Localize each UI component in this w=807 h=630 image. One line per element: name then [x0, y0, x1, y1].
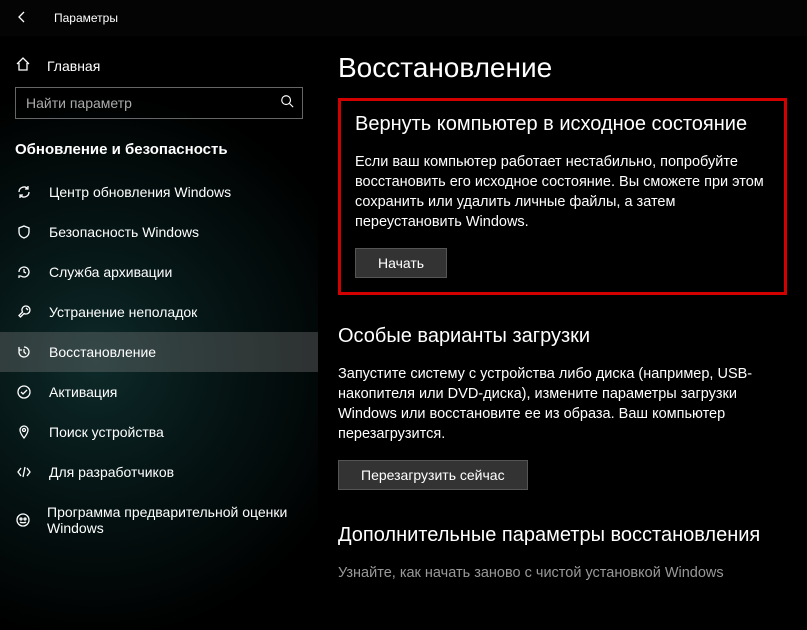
more-text[interactable]: Узнайте, как начать заново с чистой уста… [338, 563, 787, 583]
code-icon [15, 464, 33, 480]
home-label: Главная [47, 58, 100, 74]
search-icon[interactable] [280, 94, 294, 113]
advanced-text: Запустите систему с устройства либо диск… [338, 364, 787, 444]
sidebar-item-label: Поиск устройства [49, 424, 164, 440]
reset-section-highlight: Вернуть компьютер в исходное состояние Е… [338, 98, 787, 295]
sidebar-item-label: Устранение неполадок [49, 304, 197, 320]
sidebar-nav: Центр обновления Windows Безопасность Wi… [0, 172, 318, 630]
search-input[interactable] [26, 95, 280, 111]
more-heading: Дополнительные параметры восстановления [338, 524, 787, 547]
page-title: Восстановление [338, 52, 787, 84]
sidebar-item-developers[interactable]: Для разработчиков [0, 452, 318, 492]
back-icon[interactable] [14, 9, 30, 28]
wrench-icon [15, 304, 33, 320]
reset-text: Если ваш компьютер работает нестабильно,… [355, 152, 770, 232]
more-recovery-section: Дополнительные параметры восстановления … [338, 524, 787, 583]
insider-icon [15, 512, 31, 528]
restart-now-button[interactable]: Перезагрузить сейчас [338, 460, 528, 490]
sidebar-item-find-device[interactable]: Поиск устройства [0, 412, 318, 452]
sidebar-item-update[interactable]: Центр обновления Windows [0, 172, 318, 212]
home-icon [15, 56, 31, 75]
sidebar-item-label: Служба архивации [49, 264, 172, 280]
home-button[interactable]: Главная [15, 46, 303, 87]
sidebar-item-label: Восстановление [49, 344, 156, 360]
sidebar-item-label: Активация [49, 384, 117, 400]
sidebar-item-insider[interactable]: Программа предварительной оценки Windows [0, 492, 318, 548]
search-box[interactable] [15, 87, 303, 119]
sync-icon [15, 184, 33, 200]
check-circle-icon [15, 384, 33, 400]
backup-icon [15, 264, 33, 280]
sidebar-item-label: Центр обновления Windows [49, 184, 231, 200]
sidebar-item-security[interactable]: Безопасность Windows [0, 212, 318, 252]
sidebar-section-title: Обновление и безопасность [0, 135, 318, 172]
sidebar-item-label: Безопасность Windows [49, 224, 199, 240]
window-title: Параметры [54, 11, 118, 25]
sidebar-item-troubleshoot[interactable]: Устранение неполадок [0, 292, 318, 332]
sidebar-item-label: Программа предварительной оценки Windows [47, 504, 303, 536]
location-icon [15, 424, 33, 440]
advanced-heading: Особые варианты загрузки [338, 325, 787, 348]
sidebar-item-recovery[interactable]: Восстановление [0, 332, 318, 372]
shield-icon [15, 224, 33, 240]
sidebar-item-backup[interactable]: Служба архивации [0, 252, 318, 292]
sidebar-item-label: Для разработчиков [49, 464, 174, 480]
reset-start-button[interactable]: Начать [355, 248, 447, 278]
sidebar-item-activation[interactable]: Активация [0, 372, 318, 412]
reset-heading: Вернуть компьютер в исходное состояние [355, 113, 770, 136]
recovery-icon [15, 344, 33, 360]
advanced-startup-section: Особые варианты загрузки Запустите систе… [338, 325, 787, 490]
